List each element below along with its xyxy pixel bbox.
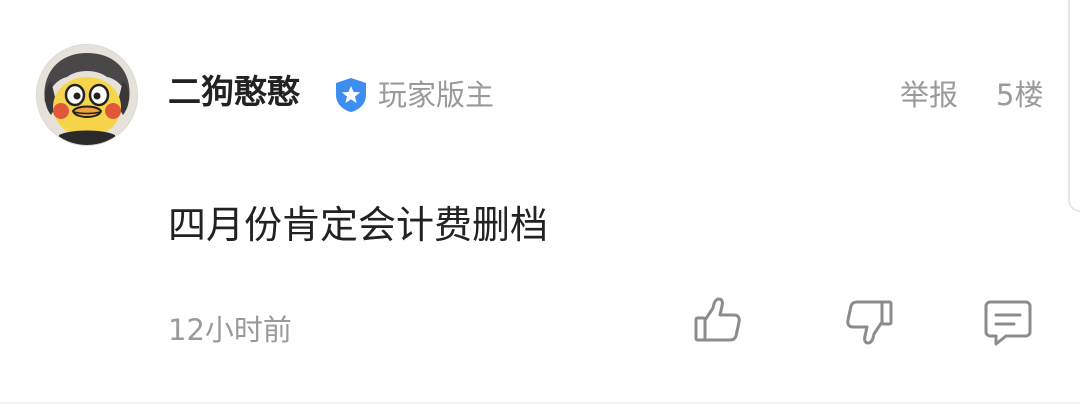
comment-card: 二狗憨憨 玩家版主 举报 5楼 四月份肯定会计费删档 12小时前: [0, 0, 1080, 418]
like-button[interactable]: [690, 294, 746, 350]
thumbs-up-icon: [694, 297, 741, 342]
comment-timestamp: 12小时前: [168, 313, 292, 347]
comment-icon: [984, 300, 1032, 346]
reply-button[interactable]: [980, 294, 1036, 350]
user-role-badge: 玩家版主: [378, 78, 495, 112]
duck-avatar-icon: [37, 45, 137, 145]
username[interactable]: 二狗憨憨: [168, 70, 300, 114]
comment-body: 四月份肯定会计费删档: [168, 203, 549, 247]
scroll-edge-decoration: [1068, 0, 1080, 212]
avatar[interactable]: [36, 44, 138, 146]
report-button[interactable]: 举报: [900, 73, 958, 117]
thumbs-down-icon: [846, 300, 893, 345]
dislike-button[interactable]: [841, 294, 897, 350]
floor-number: 5楼: [996, 78, 1044, 112]
divider: [0, 402, 1080, 404]
shield-star-icon: [334, 77, 368, 113]
